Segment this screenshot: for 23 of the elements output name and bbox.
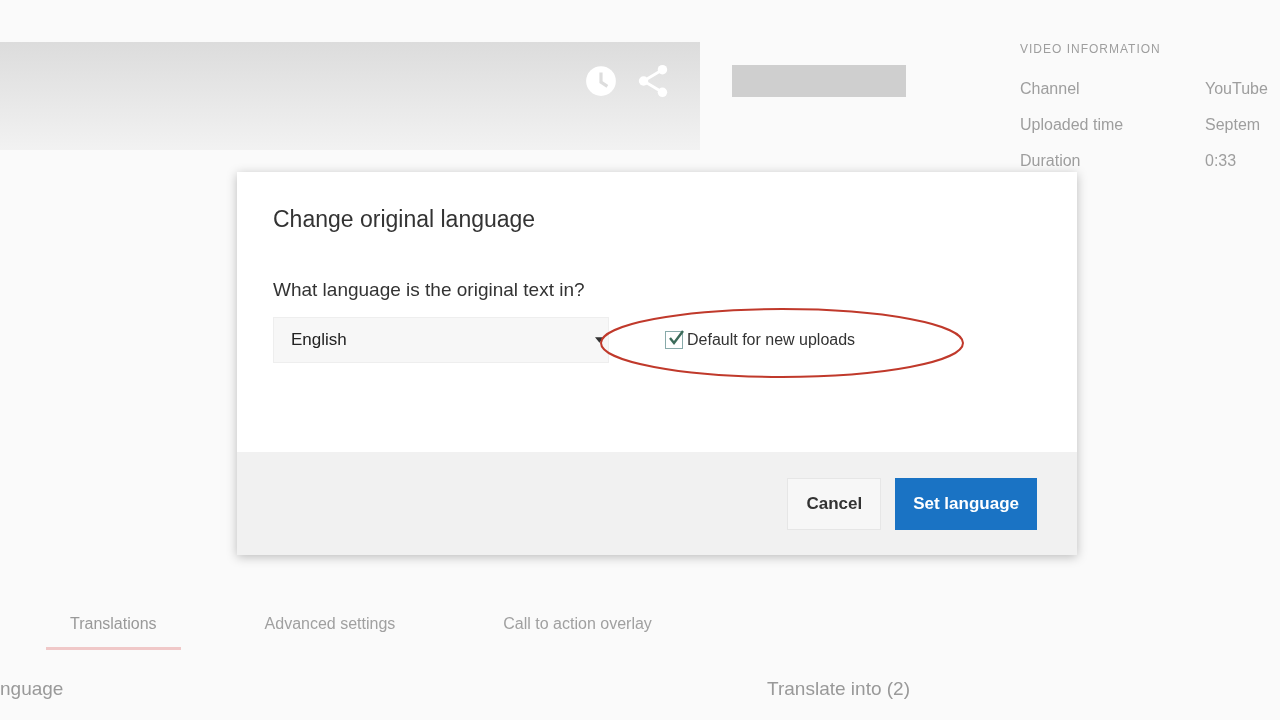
info-label: Channel (1020, 80, 1081, 98)
caret-icon (595, 337, 604, 343)
language-dropdown[interactable]: English (273, 317, 609, 363)
dialog-title: Change original language (273, 206, 537, 233)
info-label: Duration (1020, 152, 1082, 170)
section-heading: Translate into (2) (767, 678, 910, 700)
set-language-button[interactable]: Set language (895, 477, 1037, 530)
checkbox-label: Default for new uploads (687, 331, 856, 349)
cancel-button[interactable]: Cancel (787, 477, 882, 530)
info-value: 0:33 (1205, 152, 1237, 170)
share-icon[interactable] (636, 64, 670, 98)
info-value: YouTube (1205, 80, 1268, 98)
tab[interactable]: Call to action overlay (479, 615, 676, 650)
section-heading: VIDEO INFORMATION (1020, 42, 1162, 56)
section-heading: nguage (0, 678, 64, 700)
info-label: Uploaded time (1020, 116, 1125, 134)
toolbar-button[interactable] (732, 65, 906, 97)
checkbox[interactable] (665, 331, 683, 349)
clock-icon[interactable] (584, 64, 618, 98)
tab[interactable]: Translations (46, 615, 181, 650)
question-text: What language is the original text in? (273, 279, 586, 301)
tab[interactable]: Advanced settings (240, 615, 420, 650)
info-value: Septem (1205, 116, 1261, 134)
